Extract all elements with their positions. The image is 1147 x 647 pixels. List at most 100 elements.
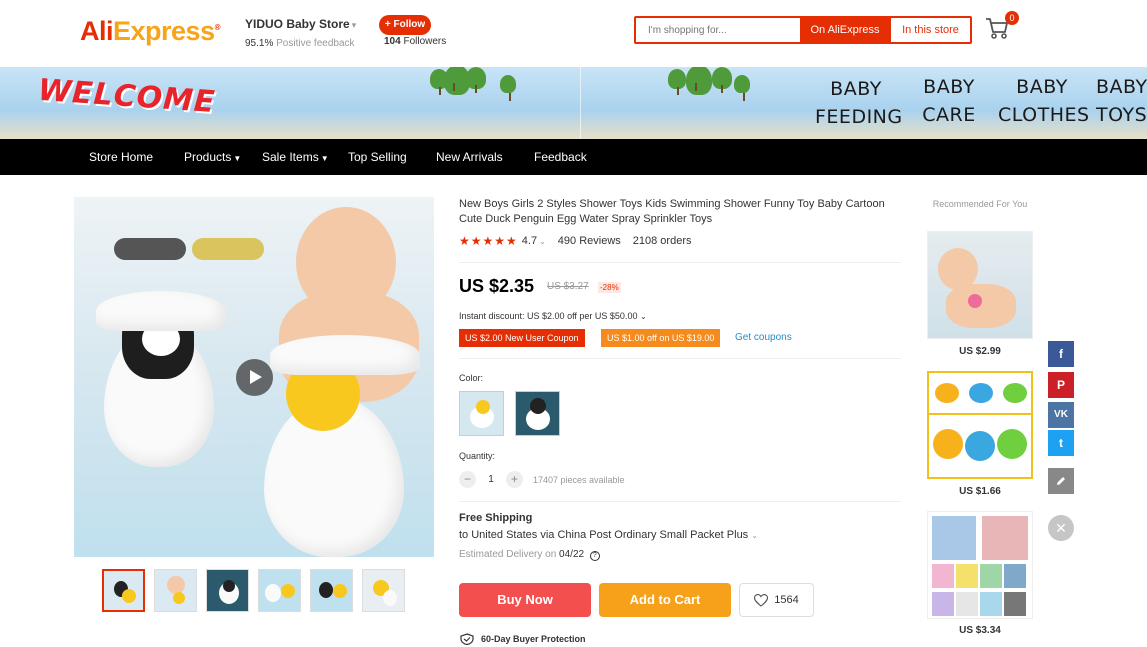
search-input[interactable] bbox=[636, 18, 800, 42]
banner-link-baby-toys[interactable]: BABY TOYS bbox=[1096, 73, 1147, 129]
nav-sale-items-label: Sale Items bbox=[262, 150, 319, 164]
logo-mark: ® bbox=[214, 23, 221, 32]
buyer-protection-text: 60-Day Buyer Protection bbox=[481, 634, 586, 644]
decrease-quantity-button[interactable]: − bbox=[459, 471, 476, 488]
increase-quantity-button[interactable]: + bbox=[506, 471, 523, 488]
recommended-item-1[interactable] bbox=[927, 231, 1033, 339]
recommended-price-1: US $2.99 bbox=[959, 346, 1001, 357]
cart-button[interactable]: 0 bbox=[984, 11, 1019, 43]
banner-cat-line2: FEEDING bbox=[815, 106, 903, 128]
quantity-value[interactable]: 1 bbox=[476, 474, 506, 485]
twitter-share-button[interactable]: t bbox=[1048, 430, 1074, 456]
chevron-down-icon: ▼ bbox=[233, 154, 242, 163]
banner-link-baby-care[interactable]: BABY CARE bbox=[920, 73, 978, 129]
thumbnail-1[interactable] bbox=[102, 569, 145, 612]
product-main-image[interactable] bbox=[74, 197, 434, 557]
quantity-stepper: − 1 + 17407 pieces available bbox=[459, 471, 625, 488]
color-swatch-penguin[interactable] bbox=[515, 391, 560, 436]
rating-value[interactable]: 4.7 bbox=[522, 235, 537, 247]
reviews-link[interactable]: 490 Reviews bbox=[558, 235, 621, 247]
nav-products[interactable]: Products ▼ bbox=[184, 139, 241, 177]
thumbnail-3[interactable] bbox=[206, 569, 249, 612]
close-icon[interactable]: ✕ bbox=[1048, 515, 1074, 541]
recommended-item-2[interactable] bbox=[927, 371, 1033, 479]
divider bbox=[459, 262, 901, 263]
product-title: New Boys Girls 2 Styles Shower Toys Kids… bbox=[459, 198, 885, 225]
store-coupon[interactable]: US $1.00 off on US $19.00 bbox=[601, 329, 721, 347]
store-name[interactable]: YIDUO Baby Store ▾ bbox=[245, 17, 356, 31]
estimated-delivery-date: 04/22 bbox=[559, 549, 585, 560]
vk-icon: VK bbox=[1054, 409, 1068, 420]
feedback-percent: 95.1% bbox=[245, 38, 274, 49]
search-store-button[interactable]: In this store bbox=[890, 18, 970, 42]
cart-count-badge: 0 bbox=[1005, 11, 1019, 25]
estimated-delivery-label: Estimated Delivery on bbox=[459, 549, 557, 560]
store-feedback: 95.1% Positive feedback bbox=[245, 38, 355, 49]
chevron-down-icon: ▾ bbox=[351, 20, 357, 30]
new-user-coupon[interactable]: US $2.00 New User Coupon bbox=[459, 329, 585, 347]
nav-products-label: Products bbox=[184, 150, 232, 164]
quantity-label: Quantity: bbox=[459, 451, 496, 461]
feedback-label: Positive feedback bbox=[276, 38, 355, 49]
pencil-icon bbox=[1057, 477, 1065, 485]
current-price: US $2.35 bbox=[459, 276, 535, 296]
pinterest-share-button[interactable]: P bbox=[1048, 372, 1074, 398]
shield-icon bbox=[460, 633, 474, 645]
followers-label: Followers bbox=[403, 36, 447, 47]
edit-button[interactable] bbox=[1048, 468, 1074, 494]
welcome-banner-text: WELCOME bbox=[36, 72, 217, 121]
nav-store-home[interactable]: Store Home bbox=[89, 139, 153, 175]
color-label: Color: bbox=[459, 373, 484, 383]
discount-badge: -28% bbox=[598, 282, 621, 293]
nav-sale-items[interactable]: Sale Items ▼ bbox=[262, 139, 329, 177]
banner-cat-line1: BABY bbox=[830, 78, 882, 100]
help-icon[interactable]: ? bbox=[589, 551, 600, 561]
aliexpress-logo[interactable]: AliExpress® bbox=[80, 16, 221, 47]
pieces-available: 17407 pieces available bbox=[533, 474, 625, 485]
banner-cat-line2: CLOTHES bbox=[998, 104, 1090, 126]
followers-number: 104 bbox=[384, 36, 401, 47]
thumbnail-2[interactable] bbox=[154, 569, 197, 612]
banner-cat-line1: BABY bbox=[1096, 76, 1147, 98]
instant-discount[interactable]: Instant discount: US $2.00 off per US $5… bbox=[459, 311, 647, 321]
banner-cat-line1: BABY bbox=[923, 76, 975, 98]
recommended-title: Recommended For You bbox=[932, 199, 1028, 209]
shipping-title: Free Shipping bbox=[459, 512, 533, 524]
nav-feedback[interactable]: Feedback bbox=[534, 139, 587, 175]
chevron-down-icon: ⌄ bbox=[539, 236, 546, 246]
nav-new-arrivals[interactable]: New Arrivals bbox=[436, 139, 503, 175]
twitter-icon: t bbox=[1059, 436, 1063, 450]
divider bbox=[459, 358, 901, 359]
followers-count: 104 Followers bbox=[384, 36, 446, 47]
thumbnail-4[interactable] bbox=[258, 569, 301, 612]
gray-pill bbox=[114, 238, 186, 260]
chevron-down-icon: ▼ bbox=[320, 154, 329, 163]
shipping-method-text: to United States via China Post Ordinary… bbox=[459, 529, 749, 541]
wishlist-button[interactable]: 1564 bbox=[739, 583, 814, 617]
nav-top-selling[interactable]: Top Selling bbox=[348, 139, 407, 175]
banner-divider bbox=[580, 67, 581, 139]
play-video-icon[interactable] bbox=[236, 359, 273, 396]
shipping-method[interactable]: to United States via China Post Ordinary… bbox=[459, 529, 758, 541]
thumbnail-6[interactable] bbox=[362, 569, 405, 612]
search-aliexpress-button[interactable]: On AliExpress bbox=[800, 18, 890, 42]
buy-now-button[interactable]: Buy Now bbox=[459, 583, 591, 617]
banner-cat-line2: TOYS bbox=[1096, 104, 1147, 126]
store-banner: WELCOME BABY FEEDING BABY CARE BABY CLOT… bbox=[0, 67, 1147, 139]
wishlist-count: 1564 bbox=[774, 594, 799, 606]
thumbnail-list bbox=[102, 569, 405, 612]
vk-share-button[interactable]: VK bbox=[1048, 402, 1074, 428]
add-to-cart-button[interactable]: Add to Cart bbox=[599, 583, 731, 617]
recommended-price-3: US $3.34 bbox=[959, 625, 1001, 636]
color-swatch-duck[interactable] bbox=[459, 391, 504, 436]
thumbnail-5[interactable] bbox=[310, 569, 353, 612]
banner-link-baby-clothes[interactable]: BABY CLOTHES bbox=[998, 73, 1090, 129]
logo-text: AliExpress bbox=[80, 16, 215, 46]
get-coupons-link[interactable]: Get coupons bbox=[735, 332, 792, 343]
facebook-share-button[interactable]: f bbox=[1048, 341, 1074, 367]
buyer-protection: 60-Day Buyer Protection bbox=[459, 633, 586, 645]
banner-link-baby-feeding[interactable]: BABY FEEDING bbox=[815, 75, 903, 131]
estimated-delivery: Estimated Delivery on 04/22 ? bbox=[459, 549, 600, 561]
recommended-item-3[interactable] bbox=[927, 511, 1033, 619]
follow-button[interactable]: + Follow bbox=[379, 15, 431, 35]
